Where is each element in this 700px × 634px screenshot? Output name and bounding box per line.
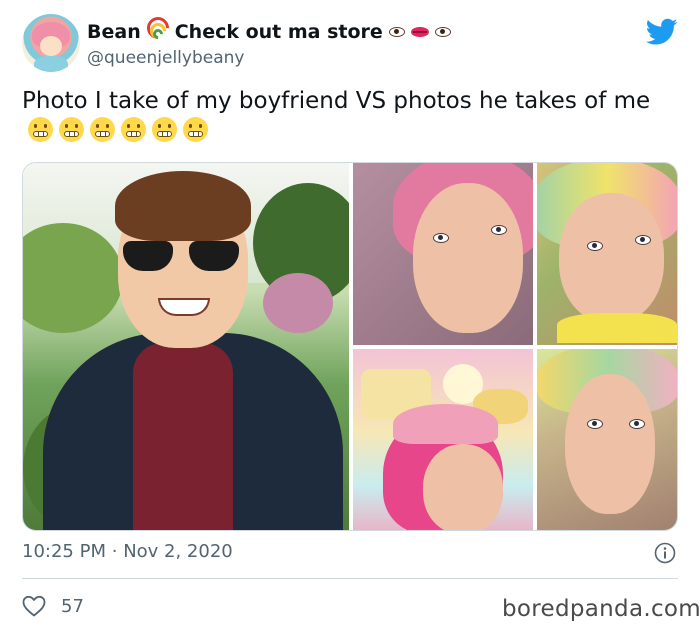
- grimacing-face-icon: [59, 117, 84, 142]
- grimacing-face-icon: [90, 117, 115, 142]
- tweet-date: Nov 2, 2020: [123, 541, 233, 562]
- eye-icon: [434, 27, 451, 37]
- photo-girl-4[interactable]: [537, 349, 677, 530]
- tweet-body: Photo I take of my boyfriend VS photos h…: [22, 88, 651, 114]
- grimacing-face-icon: [121, 117, 146, 142]
- media-grid: [22, 162, 678, 531]
- like-count: 57: [61, 596, 84, 617]
- timestamp-separator: ·: [111, 541, 118, 562]
- grimacing-face-icon: [152, 117, 177, 142]
- display-name-text: Bean: [87, 21, 141, 43]
- divider: [22, 578, 678, 579]
- display-name-suffix: Check out ma store: [174, 21, 383, 43]
- photo-girl-3[interactable]: [353, 349, 533, 530]
- display-name[interactable]: Bean Check out ma store: [87, 12, 451, 44]
- photo-boyfriend[interactable]: [23, 163, 349, 530]
- grimacing-face-icon: [28, 117, 53, 142]
- heart-icon[interactable]: [22, 595, 46, 617]
- profile-avatar[interactable]: [22, 14, 80, 72]
- tweet-timestamp[interactable]: 10:25 PM · Nov 2, 2020: [22, 541, 233, 562]
- rainbow-icon: [142, 12, 174, 44]
- photo-girl-1[interactable]: [353, 163, 533, 345]
- lips-icon: [410, 27, 429, 37]
- info-icon[interactable]: [654, 542, 676, 564]
- grimacing-face-icon: [183, 117, 208, 142]
- tweet-time: 10:25 PM: [22, 541, 106, 562]
- tweet-text: Photo I take of my boyfriend VS photos h…: [22, 86, 662, 146]
- eye-icon: [388, 27, 405, 37]
- twitter-bird-icon[interactable]: [646, 18, 678, 46]
- user-handle[interactable]: @queenjellybeany: [87, 48, 244, 68]
- watermark: boredpanda.com: [502, 596, 700, 622]
- photo-girl-2[interactable]: [537, 163, 677, 345]
